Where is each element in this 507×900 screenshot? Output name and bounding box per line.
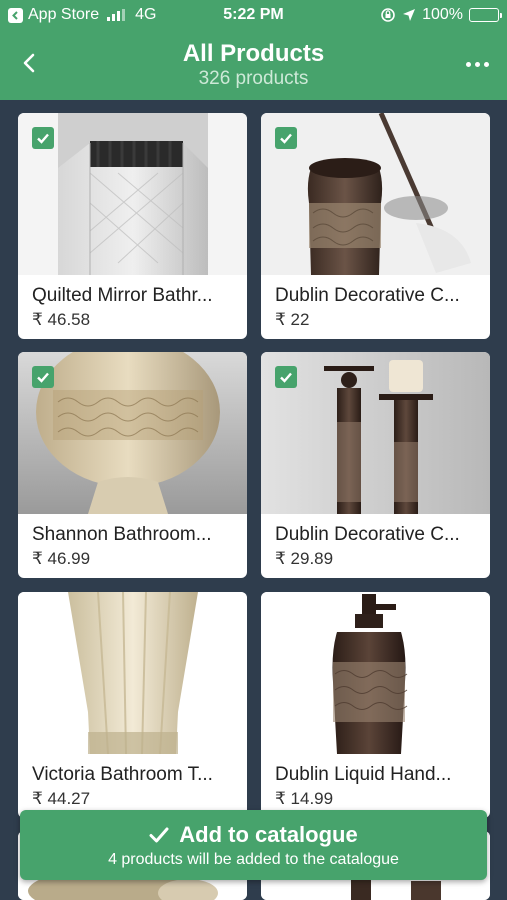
product-price: ₹ 46.99: [32, 549, 91, 568]
product-name: Quilted Mirror Bathr...: [32, 285, 213, 306]
selected-checkbox-icon[interactable]: [32, 127, 54, 149]
product-name: Victoria Bathroom T...: [32, 764, 213, 785]
product-card[interactable]: Quilted Mirror Bathr... ₹ 46.58: [18, 113, 247, 339]
product-price: ₹ 44.27: [32, 789, 91, 808]
product-image: [261, 592, 490, 754]
top-bar: App Store 4G 5:22 PM 100% All Products 3…: [0, 0, 507, 100]
selected-checkbox-icon[interactable]: [32, 366, 54, 388]
product-card[interactable]: Dublin Decorative C... ₹ 29.89: [261, 352, 490, 578]
product-name: Dublin Decorative C...: [275, 285, 460, 306]
product-price: ₹ 46.58: [32, 310, 91, 329]
orientation-lock-icon: [381, 8, 395, 22]
product-image: [18, 592, 247, 754]
cta-subtext: 4 products will be added to the catalogu…: [108, 851, 399, 868]
status-bar: App Store 4G 5:22 PM 100%: [0, 0, 507, 30]
product-price: ₹ 29.89: [275, 549, 334, 568]
product-price: ₹ 14.99: [275, 789, 334, 808]
page-title: All Products: [182, 40, 325, 67]
selected-checkbox-icon[interactable]: [275, 366, 297, 388]
product-card[interactable]: Shannon Bathroom... ₹ 46.99: [18, 352, 247, 578]
add-to-catalogue-button[interactable]: Add to catalogue 4 products will be adde…: [20, 810, 487, 880]
product-card[interactable]: Dublin Decorative C... ₹ 22: [261, 113, 490, 339]
product-name: Dublin Decorative C...: [275, 524, 460, 545]
product-card[interactable]: Dublin Liquid Hand... ₹ 14.99: [261, 592, 490, 818]
product-card[interactable]: Victoria Bathroom T... ₹ 44.27: [18, 592, 247, 818]
battery-icon: [469, 8, 502, 22]
cta-label: Add to catalogue: [179, 822, 358, 847]
more-options-icon[interactable]: [466, 62, 489, 67]
checkmark-icon: [149, 827, 169, 843]
selected-checkbox-icon[interactable]: [275, 127, 297, 149]
location-icon: [403, 9, 416, 21]
battery-percent: 100%: [422, 6, 463, 23]
product-name: Dublin Liquid Hand...: [275, 764, 452, 785]
product-price: ₹ 22: [275, 310, 310, 329]
product-name: Shannon Bathroom...: [32, 524, 212, 545]
cta-main: Add to catalogue: [20, 822, 487, 848]
status-right: 100%: [380, 6, 502, 24]
product-count: 326 products: [198, 68, 309, 89]
